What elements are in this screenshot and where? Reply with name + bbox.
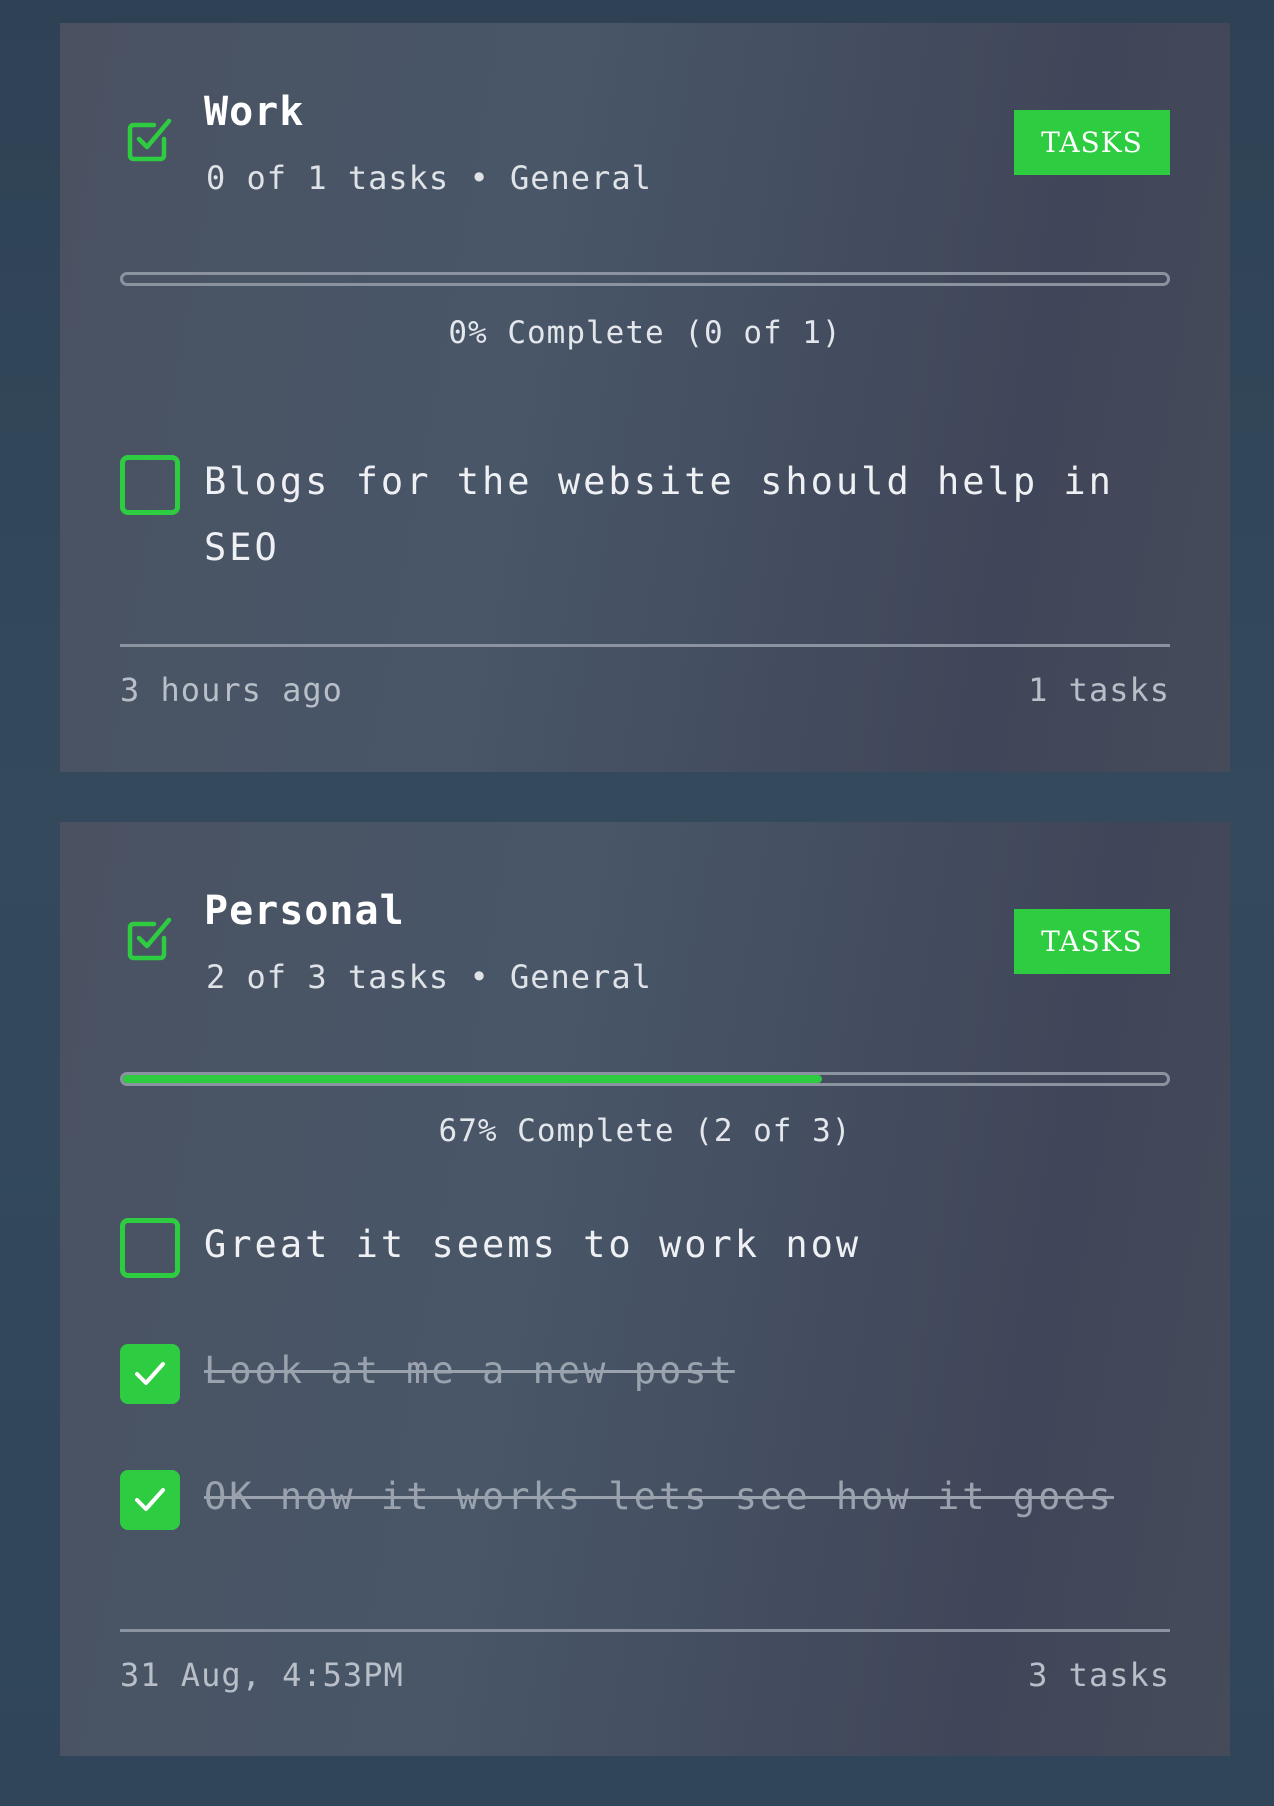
task-item: OK now it works lets see how it goes: [120, 1470, 1170, 1530]
card-title: Work: [204, 89, 305, 135]
checkbox-checked-outline-icon: [124, 111, 174, 162]
progress-bar: [120, 1072, 1170, 1086]
checkmark-icon: [135, 1362, 165, 1385]
task-text: OK now it works lets see how it goes: [204, 1475, 1114, 1518]
task-list-card-personal: Personal 2 of 3 tasks • General TASKS 67…: [60, 822, 1230, 1756]
progress-bar: [120, 272, 1170, 286]
card-header: Personal 2 of 3 tasks • General TASKS: [120, 822, 1170, 997]
card-subtitle: 0 of 1 tasks • General: [206, 159, 652, 197]
task-text: Great it seems to work now: [204, 1223, 862, 1266]
card-divider: [120, 1629, 1170, 1632]
card-task-count: 3 tasks: [1028, 1656, 1170, 1694]
card-divider: [120, 644, 1170, 647]
card-title: Personal: [204, 888, 405, 934]
checkbox-checked-outline-icon: [124, 910, 174, 961]
card-timestamp: 31 Aug, 4:53PM: [120, 1656, 404, 1694]
tasks-badge-button[interactable]: TASKS: [1014, 110, 1170, 175]
task-item: Look at me a new post: [120, 1344, 1170, 1404]
checkmark-icon: [135, 1488, 165, 1511]
task-item: Blogs for the website should help in SEO: [120, 455, 1170, 581]
card-timestamp: 3 hours ago: [120, 671, 343, 709]
task-list-card-work: Work 0 of 1 tasks • General TASKS 0% Com…: [60, 23, 1230, 772]
progress-label: 67% Complete (2 of 3): [438, 1113, 852, 1149]
task-text: Look at me a new post: [204, 1349, 735, 1392]
task-checkbox[interactable]: [120, 1218, 180, 1278]
task-checkbox[interactable]: [120, 1470, 180, 1530]
card-subtitle: 2 of 3 tasks • General: [206, 958, 652, 996]
tasks-badge-button[interactable]: TASKS: [1014, 909, 1170, 974]
card-header: Work 0 of 1 tasks • General TASKS: [120, 23, 1170, 198]
progress-label: 0% Complete (0 of 1): [448, 315, 842, 351]
task-checkbox[interactable]: [120, 455, 180, 515]
task-item: Great it seems to work now: [120, 1218, 1170, 1278]
task-text: Blogs for the website should help in SEO: [204, 460, 1114, 569]
progress-fill: [123, 1075, 823, 1083]
card-task-count: 1 tasks: [1028, 671, 1170, 709]
task-checkbox[interactable]: [120, 1344, 180, 1404]
